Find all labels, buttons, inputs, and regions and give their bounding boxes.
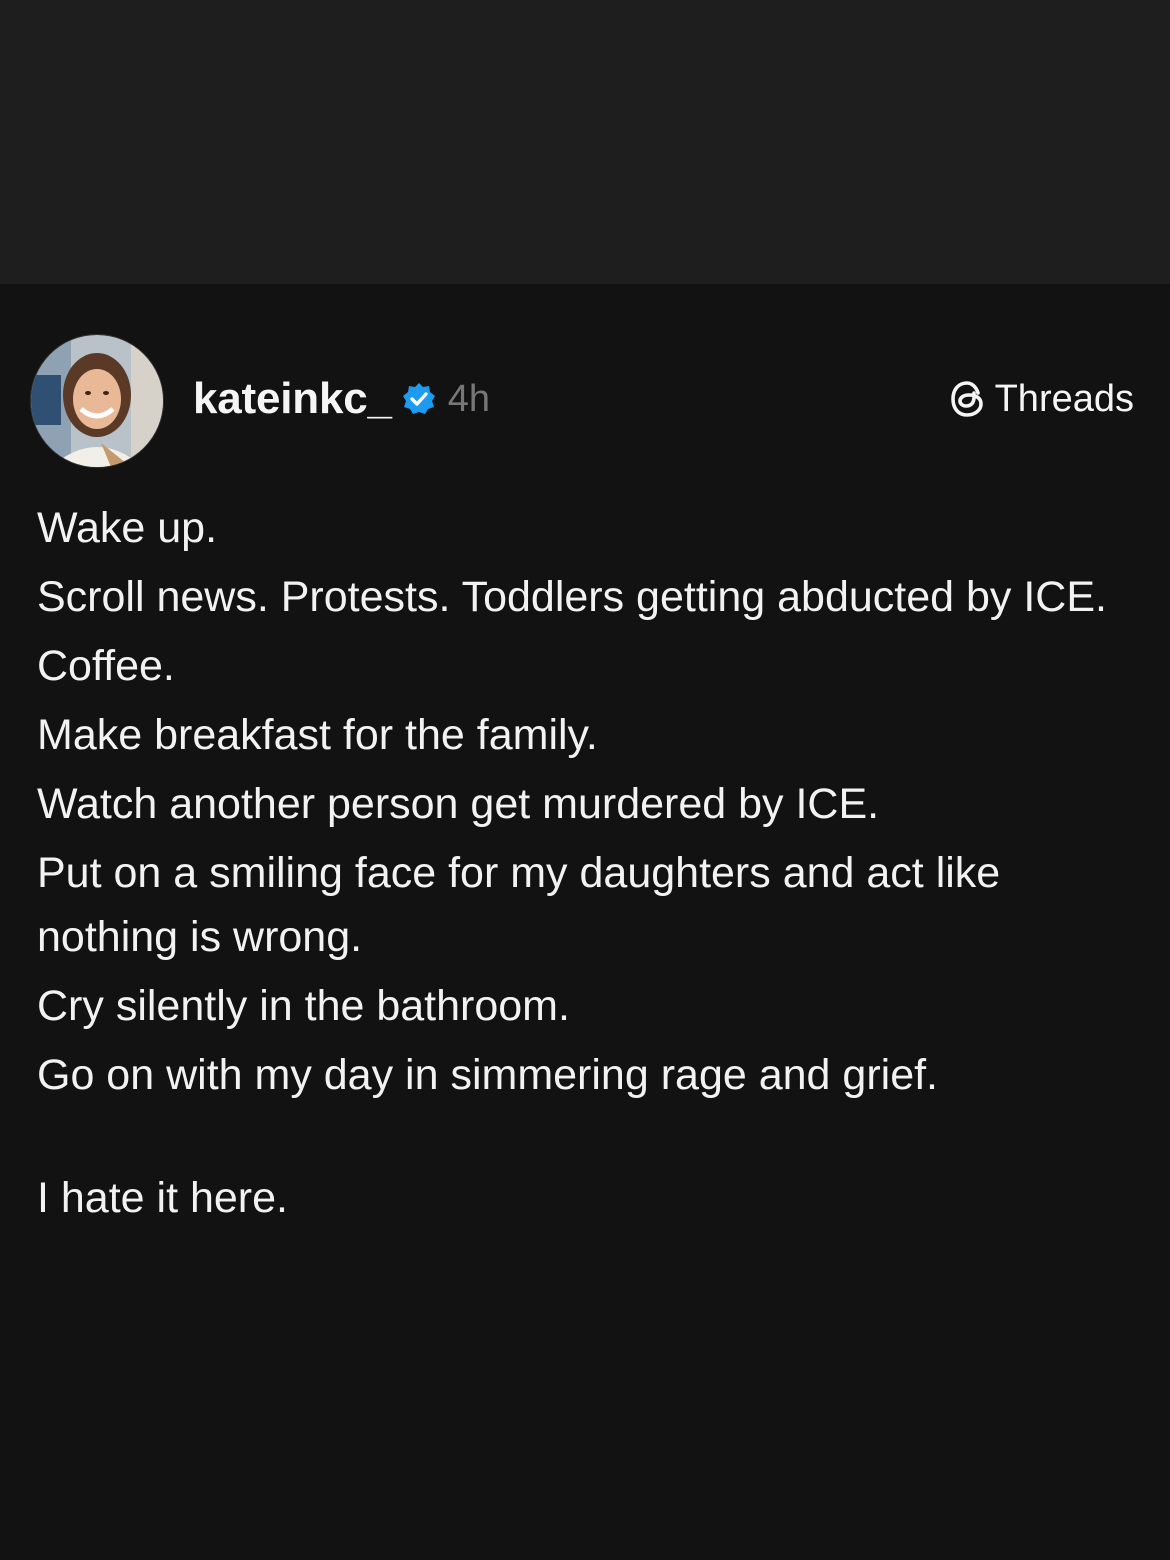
post-line: Go on with my day in simmering rage and …: [37, 1051, 939, 1099]
threads-post-card: kateinkc_ 4h Threads Wake up. Scroll new…: [0, 284, 1170, 1274]
post-line: Make breakfast for the family.: [37, 711, 598, 759]
post-line: Scroll news. Protests. Toddlers getting …: [37, 573, 1107, 621]
avatar[interactable]: [30, 334, 164, 468]
username[interactable]: kateinkc_: [193, 374, 392, 424]
post-line: Watch another person get murdered by ICE…: [37, 780, 880, 828]
verified-badge-icon: [402, 382, 436, 416]
post-header: kateinkc_ 4h: [193, 374, 490, 424]
threads-brand-label: Threads: [994, 377, 1134, 420]
post-closing-line: I hate it here.: [37, 1174, 288, 1222]
post-line: Put on a smiling face for my daughters a…: [37, 849, 1001, 961]
bottom-blank-area: [0, 1274, 1170, 1560]
post-timestamp: 4h: [447, 377, 491, 420]
post-body: Wake up. Scroll news. Protests. Toddlers…: [37, 496, 1127, 1112]
post-line: Coffee.: [37, 642, 175, 690]
threads-logo-icon: [949, 379, 987, 419]
post-line: Wake up.: [37, 504, 218, 552]
threads-brand: Threads: [949, 376, 1134, 422]
avatar-photo: [31, 335, 163, 467]
top-blank-area: [0, 0, 1170, 284]
post-line: Cry silently in the bathroom.: [37, 982, 570, 1030]
